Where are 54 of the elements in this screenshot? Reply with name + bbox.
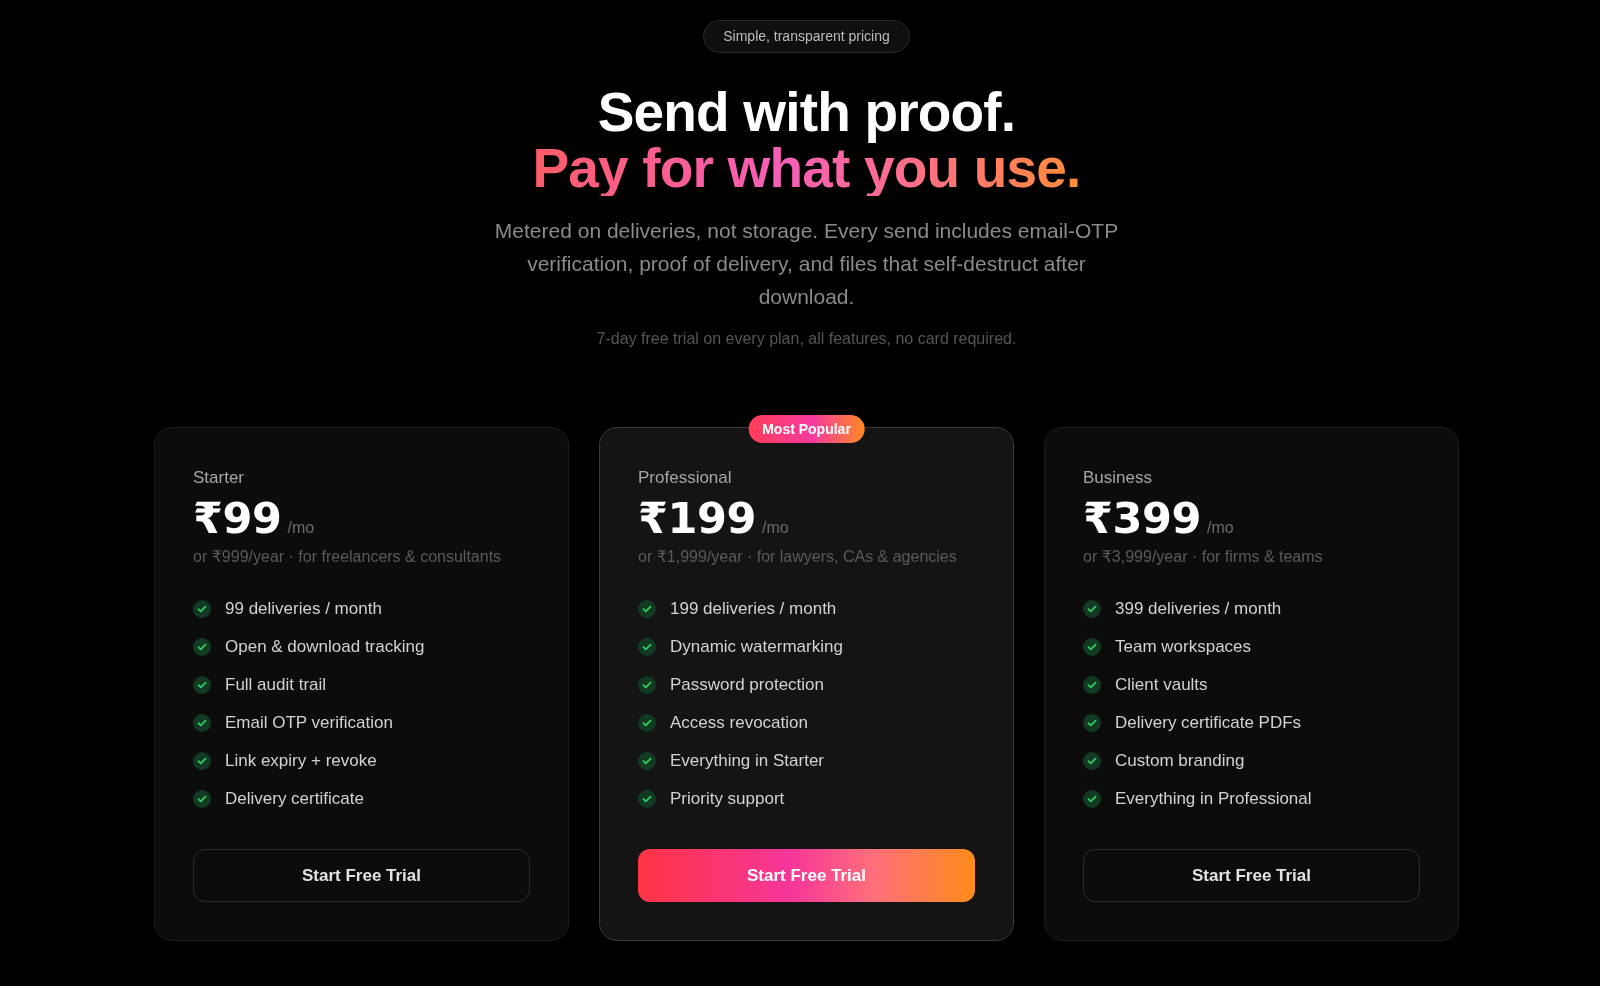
start-trial-button[interactable]: Start Free Trial bbox=[1083, 849, 1420, 902]
feature-text: 399 deliveries / month bbox=[1115, 598, 1282, 621]
check-icon bbox=[638, 638, 656, 656]
feature-text: Delivery certificate PDFs bbox=[1115, 712, 1302, 735]
plan-subtitle: or ₹3,999/year · for firms & teams bbox=[1083, 547, 1323, 567]
feature-text: Access revocation bbox=[670, 712, 808, 735]
pricing-tag: Simple, transparent pricing bbox=[703, 20, 910, 53]
plan-name: Professional bbox=[638, 467, 732, 489]
check-icon bbox=[193, 676, 211, 694]
most-popular-badge: Most Popular bbox=[748, 415, 865, 443]
feature-text: 99 deliveries / month bbox=[225, 598, 382, 621]
feature-text: Delivery certificate bbox=[225, 788, 364, 811]
feature-text: Everything in Professional bbox=[1115, 788, 1312, 811]
feature-text: Full audit trail bbox=[225, 674, 327, 697]
check-icon bbox=[1083, 600, 1101, 618]
check-icon bbox=[638, 714, 656, 732]
check-icon bbox=[193, 714, 211, 732]
plan-price: ₹199 bbox=[638, 493, 756, 543]
price-period: /mo bbox=[287, 518, 315, 538]
price-period: /mo bbox=[761, 518, 789, 538]
plan-name: Starter bbox=[193, 467, 245, 489]
plan-name: Business bbox=[1083, 467, 1152, 489]
price-period: /mo bbox=[1206, 518, 1234, 538]
feature-text: Everything in Starter bbox=[670, 750, 824, 773]
feature-text: Custom branding bbox=[1115, 750, 1245, 773]
feature-text: Email OTP verification bbox=[225, 712, 393, 735]
feature-text: Password protection bbox=[670, 674, 825, 697]
feature-text: Open & download tracking bbox=[225, 636, 425, 659]
plan-subtitle: or ₹1,999/year · for lawyers, CAs & agencies bbox=[638, 547, 957, 567]
feature-text: Priority support bbox=[670, 788, 785, 811]
check-icon bbox=[638, 790, 656, 808]
plan-price: ₹399 bbox=[1083, 493, 1201, 543]
feature-text: Link expiry + revoke bbox=[225, 750, 377, 773]
check-icon bbox=[1083, 752, 1101, 770]
feature-text: 199 deliveries / month bbox=[670, 598, 837, 621]
check-icon bbox=[193, 752, 211, 770]
check-icon bbox=[193, 638, 211, 656]
check-icon bbox=[638, 676, 656, 694]
start-trial-button[interactable]: Start Free Trial bbox=[193, 849, 530, 902]
feature-text: Team workspaces bbox=[1115, 636, 1252, 659]
check-icon bbox=[193, 790, 211, 808]
trial-note: 7-day free trial on every plan, all features, no card required. bbox=[596, 329, 1017, 349]
check-icon bbox=[638, 600, 656, 618]
description: Metered on deliveries, not storage. Every send includes email-OTP verification, proof of delivery, and files that self-destruct after download. bbox=[493, 218, 1120, 310]
check-icon bbox=[1083, 676, 1101, 694]
feature-text: Dynamic watermarking bbox=[670, 636, 843, 659]
check-icon bbox=[193, 600, 211, 618]
check-icon bbox=[638, 752, 656, 770]
check-icon bbox=[1083, 790, 1101, 808]
feature-text: Client vaults bbox=[1115, 674, 1208, 697]
plan-subtitle: or ₹999/year · for freelancers & consultants bbox=[193, 547, 502, 567]
check-icon bbox=[1083, 714, 1101, 732]
check-icon bbox=[1083, 638, 1101, 656]
plan-price: ₹99 bbox=[193, 493, 282, 543]
